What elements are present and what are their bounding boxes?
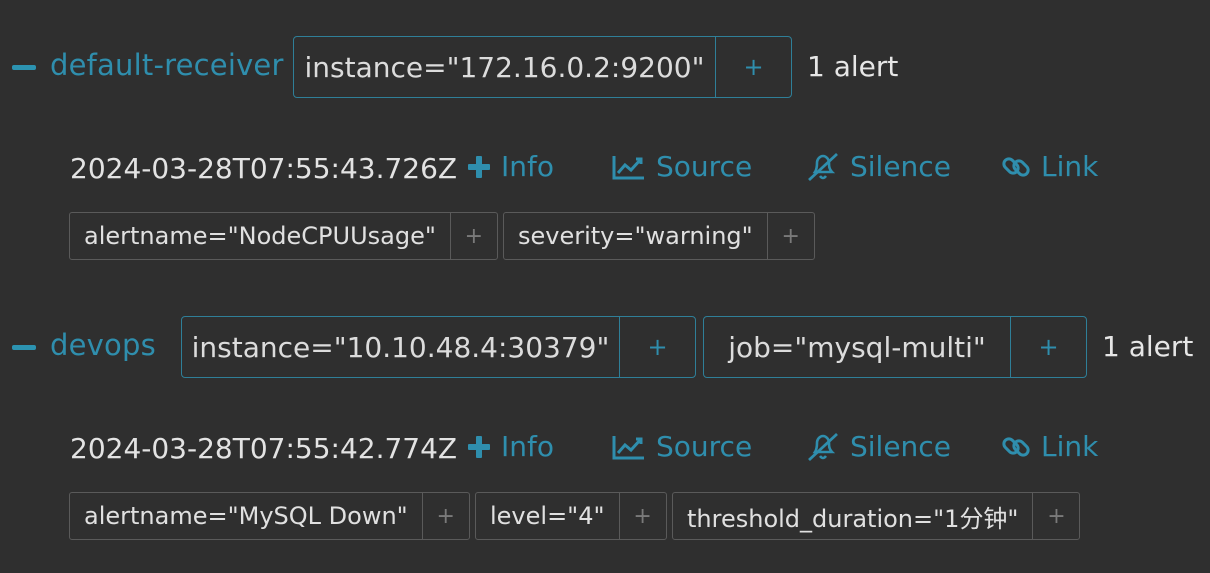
info-label: Info: [501, 430, 554, 463]
chart-line-icon: [612, 435, 644, 459]
source-label: Source: [656, 430, 753, 463]
source-button[interactable]: Source: [612, 150, 752, 183]
receiver-name[interactable]: default-receiver: [50, 48, 284, 82]
link-button[interactable]: Link: [1001, 430, 1098, 463]
alert-timestamp: 2024-03-28T07:55:43.726Z: [70, 152, 458, 185]
group-header: devops instance="10.10.48.4:30379" + job…: [0, 316, 1210, 380]
alert-count: 1 alert: [1102, 330, 1194, 363]
add-label-filter-button[interactable]: +: [449, 213, 497, 259]
source-button[interactable]: Source: [612, 430, 752, 463]
add-filter-button[interactable]: +: [1010, 317, 1086, 377]
add-filter-button[interactable]: +: [619, 317, 695, 377]
group-label-filter: job="mysql-multi" +: [703, 316, 1087, 378]
link-label: Link: [1041, 430, 1099, 463]
alert-label-chip: alertname="MySQL Down" +: [69, 492, 470, 540]
info-label: Info: [501, 150, 554, 183]
minus-icon[interactable]: [12, 65, 36, 70]
alert-row: 2024-03-28T07:55:42.774Z Info Source Sil…: [0, 420, 1210, 496]
add-label-filter-button[interactable]: +: [766, 213, 814, 259]
group-label-text[interactable]: instance="10.10.48.4:30379": [182, 317, 619, 377]
info-button[interactable]: Info: [467, 430, 554, 463]
alert-label-text[interactable]: threshold_duration="1分钟": [673, 493, 1032, 539]
info-button[interactable]: Info: [467, 150, 554, 183]
add-label-filter-button[interactable]: +: [618, 493, 666, 539]
plus-icon: [468, 155, 490, 178]
group-label-text[interactable]: job="mysql-multi": [704, 317, 1010, 377]
alert-row: 2024-03-28T07:55:43.726Z Info Source Sil…: [0, 140, 1210, 216]
alert-label-chip: level="4" +: [475, 492, 667, 540]
silence-label: Silence: [850, 150, 951, 183]
chart-line-icon: [612, 155, 644, 179]
alert-count: 1 alert: [807, 50, 899, 83]
link-icon: [1002, 436, 1030, 457]
alert-label-text[interactable]: alertname="NodeCPUUsage": [70, 213, 450, 259]
alert-group-default-receiver: default-receiver instance="172.16.0.2:92…: [0, 36, 1210, 260]
link-button[interactable]: Link: [1001, 150, 1098, 183]
source-label: Source: [656, 150, 753, 183]
group-label-text[interactable]: instance="172.16.0.2:9200": [294, 37, 715, 97]
alert-label-text[interactable]: alertname="MySQL Down": [70, 493, 422, 539]
add-label-filter-button[interactable]: +: [1032, 493, 1079, 539]
group-header: default-receiver instance="172.16.0.2:92…: [0, 36, 1210, 100]
alert-timestamp: 2024-03-28T07:55:42.774Z: [70, 432, 458, 465]
alert-label-text[interactable]: severity="warning": [504, 213, 767, 259]
link-label: Link: [1041, 150, 1099, 183]
group-label-filter: instance="172.16.0.2:9200" +: [293, 36, 792, 98]
group-label-filter: instance="10.10.48.4:30379" +: [181, 316, 696, 378]
add-label-filter-button[interactable]: +: [421, 493, 469, 539]
bell-slash-icon: [808, 152, 838, 181]
link-icon: [1002, 156, 1030, 177]
plus-icon: [468, 435, 490, 458]
alert-group-devops: devops instance="10.10.48.4:30379" + job…: [0, 316, 1210, 540]
alert-label-text[interactable]: level="4": [476, 493, 619, 539]
silence-button[interactable]: Silence: [806, 430, 951, 463]
alert-label-chip: alertname="NodeCPUUsage" +: [69, 212, 498, 260]
alert-label-chip: severity="warning" +: [503, 212, 815, 260]
minus-icon[interactable]: [12, 345, 36, 350]
silence-label: Silence: [850, 430, 951, 463]
receiver-name[interactable]: devops: [50, 328, 156, 362]
alert-label-chip: threshold_duration="1分钟" +: [672, 492, 1081, 540]
silence-button[interactable]: Silence: [806, 150, 951, 183]
add-filter-button[interactable]: +: [715, 37, 791, 97]
bell-slash-icon: [808, 432, 838, 461]
